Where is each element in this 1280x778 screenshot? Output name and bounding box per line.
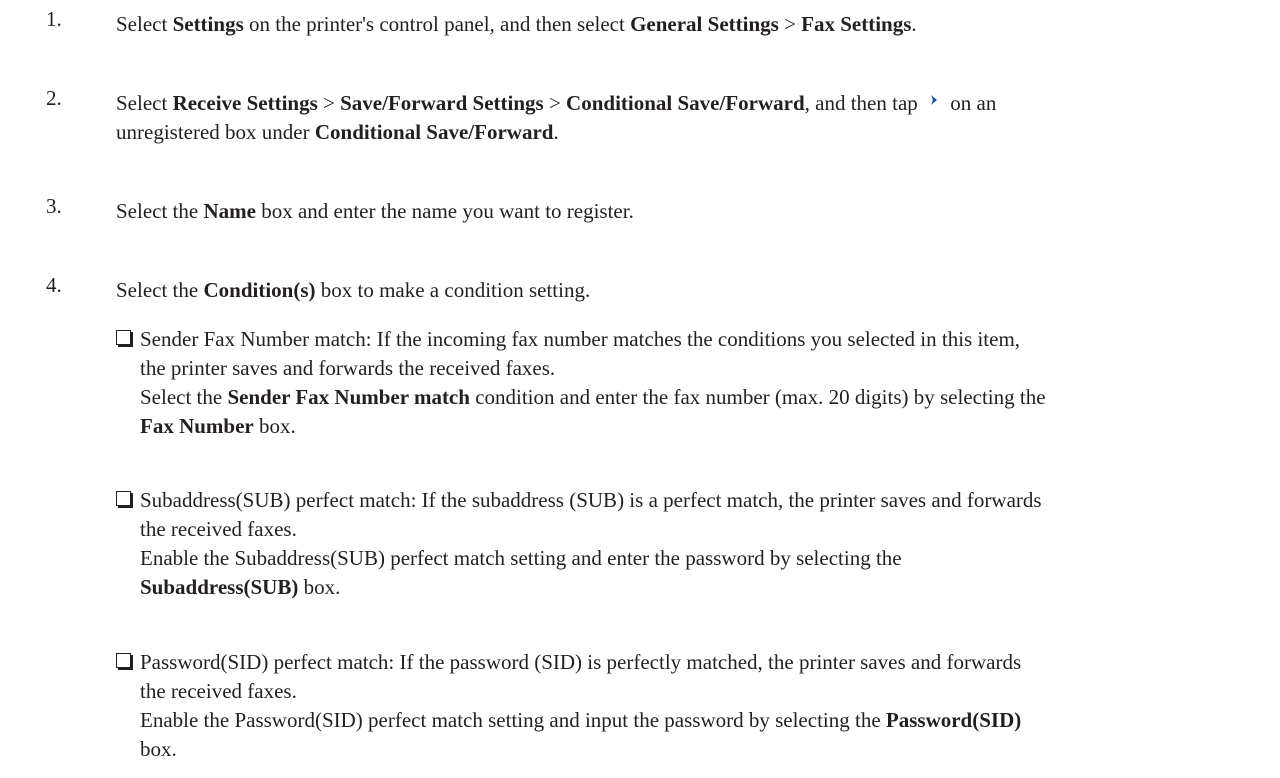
text-run: box. <box>298 574 341 599</box>
text-run: . <box>911 12 917 36</box>
text-run: > <box>543 91 567 115</box>
text-run: unregistered box under <box>116 119 315 144</box>
step-3-text: Select the Name box and enter the name y… <box>116 197 1262 226</box>
ui-term-general-settings: General Settings <box>630 12 779 36</box>
text-run: on the printer's control panel, and then… <box>243 12 631 36</box>
ui-term-conditional-save-forward: Conditional Save/Forward <box>314 119 554 144</box>
text-run: Sender Fax Number match: If the incoming… <box>140 327 1021 351</box>
text-run: Select <box>116 91 173 115</box>
text-run: Select <box>116 12 173 36</box>
text-run: box. <box>253 413 296 438</box>
condition-item-password-sid: Password(SID) perfect match: If the pass… <box>116 648 1256 764</box>
checkbox-bullet-icon <box>116 653 131 668</box>
step-number: 1. <box>46 7 62 31</box>
step-1: 1. Select Settings on the printer's cont… <box>0 7 1262 39</box>
ui-term-name: Name <box>203 199 256 223</box>
step-4: 4. Select the Condition(s) box to make a… <box>0 273 1262 305</box>
text-run: Password(SID) perfect match: If the pass… <box>140 650 1022 674</box>
ui-term-sender-fax-number-match: Sender Fax Number match <box>227 384 470 409</box>
text-run: Enable the Subaddress(SUB) perfect match… <box>140 545 902 570</box>
text-run: . <box>553 119 559 144</box>
step-2: 2. Select Receive Settings > Save/Forwar… <box>0 86 1262 147</box>
step-2-text: Select Receive Settings > Save/Forward S… <box>116 89 1262 118</box>
text-run: Select the <box>116 199 204 223</box>
ui-term-save-forward-settings: Save/Forward Settings <box>340 91 544 115</box>
text-run: , and then tap <box>804 91 924 115</box>
condition-description: Password(SID) perfect match: If the pass… <box>140 648 1256 706</box>
ui-term-password-sid: Password(SID) <box>885 707 1022 732</box>
ui-term-conditions: Condition(s) <box>203 278 316 302</box>
text-run: box and enter the name you want to regis… <box>255 199 634 223</box>
ui-term-conditional-save-forward: Conditional Save/Forward <box>566 91 805 115</box>
text-run: the printer saves and forwards the recei… <box>140 355 556 380</box>
ui-term-receive-settings: Receive Settings <box>172 91 318 115</box>
ui-term-fax-settings: Fax Settings <box>801 12 912 36</box>
condition-item-subaddress: Subaddress(SUB) perfect match: If the su… <box>116 486 1256 602</box>
step-1-text: Select Settings on the printer's control… <box>116 10 1262 39</box>
text-run: > <box>778 12 802 36</box>
checkbox-bullet-icon <box>116 330 131 345</box>
step-4-text: Select the Condition(s) box to make a co… <box>116 276 1262 305</box>
document-page: 1. Select Settings on the printer's cont… <box>0 0 1280 778</box>
condition-description: Subaddress(SUB) perfect match: If the su… <box>140 486 1256 544</box>
text-run: condition and enter the fax number (max.… <box>469 384 1046 409</box>
step-number: 4. <box>46 273 62 297</box>
step-2-text-line-2: unregistered box under Conditional Save/… <box>116 118 1262 147</box>
condition-instruction: Enable the Subaddress(SUB) perfect match… <box>140 544 1256 602</box>
condition-item-sender-fax-number: Sender Fax Number match: If the incoming… <box>116 325 1256 441</box>
step-number: 2. <box>46 86 62 110</box>
step-number: 3. <box>46 194 62 218</box>
text-run: box to make a condition setting. <box>315 278 591 302</box>
condition-instruction: Select the Sender Fax Number match condi… <box>140 383 1256 441</box>
step-3: 3. Select the Name box and enter the nam… <box>0 194 1262 226</box>
ui-term-settings: Settings <box>172 12 244 36</box>
chevron-right-icon <box>931 95 938 105</box>
text-run: the received faxes. <box>140 678 297 703</box>
text-run: > <box>317 91 341 115</box>
text-run: Select the <box>116 278 204 302</box>
text-run: box. <box>140 736 177 761</box>
checkbox-bullet-icon <box>116 491 131 506</box>
condition-description: Sender Fax Number match: If the incoming… <box>140 325 1256 383</box>
text-run: on an <box>945 91 997 115</box>
ui-term-fax-number: Fax Number <box>140 413 254 438</box>
text-run: Select the <box>140 384 228 409</box>
text-run: Enable the Password(SID) perfect match s… <box>140 707 886 732</box>
text-run: Subaddress(SUB) perfect match: If the su… <box>140 488 1042 512</box>
ui-term-subaddress-sub: Subaddress(SUB) <box>140 574 299 599</box>
text-run: the received faxes. <box>140 516 297 541</box>
condition-instruction: Enable the Password(SID) perfect match s… <box>140 706 1256 764</box>
